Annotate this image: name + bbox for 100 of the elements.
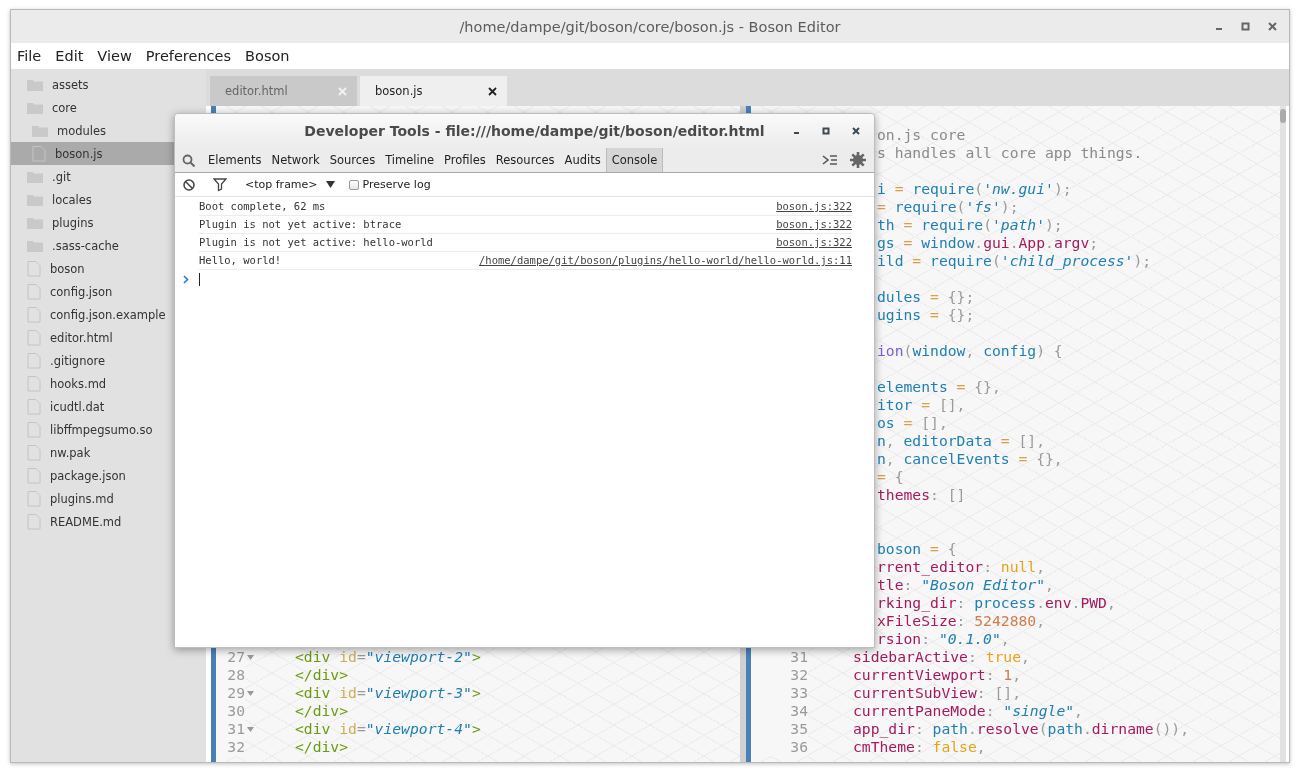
menu-item[interactable]: File	[17, 48, 42, 64]
panel-tab[interactable]: Elements	[203, 148, 267, 172]
frame-selector[interactable]: <top frame>	[245, 178, 318, 191]
file-icon	[27, 398, 41, 415]
line-number: 29	[216, 684, 245, 702]
line-number: 33	[751, 684, 808, 702]
file-icon	[27, 375, 41, 392]
line-number: 32	[751, 666, 808, 684]
window-title: /home/dampe/git/boson/core/boson.js - Boson Editor	[459, 18, 841, 35]
panel-tab[interactable]: Sources	[324, 148, 381, 172]
editor-tab[interactable]: boson.js	[360, 76, 507, 106]
line-number: 35	[751, 720, 808, 738]
code-line: <div id="viewport-4">	[295, 720, 481, 738]
code-line: dules = {};	[877, 288, 975, 306]
code-line: ion(window, config) {	[877, 342, 1063, 360]
file-tree-item[interactable]: .git	[11, 165, 206, 188]
file-tree-item[interactable]: assets	[11, 73, 206, 96]
maximize-icon[interactable]	[822, 127, 830, 135]
code-line: cmTheme: false,	[853, 738, 986, 756]
source-link[interactable]: boson.js:322	[776, 198, 852, 215]
code-line: </div>	[295, 738, 349, 756]
code-line: currentSubView: [],	[853, 684, 1021, 702]
file-tree-item[interactable]: config.json.example	[11, 303, 206, 326]
close-icon[interactable]	[1268, 22, 1277, 31]
source-link[interactable]: boson.js:322	[776, 216, 852, 233]
panel-tab[interactable]: Timeline	[380, 148, 440, 172]
panel-tab[interactable]: Network	[266, 148, 325, 172]
folder-icon	[27, 192, 43, 207]
code-line: themes: []	[877, 486, 966, 504]
file-tree-item[interactable]: README.md	[11, 510, 206, 533]
file-icon	[27, 444, 41, 461]
close-icon[interactable]	[852, 127, 860, 135]
folder-icon	[27, 100, 43, 115]
prompt-chevron-icon	[183, 274, 189, 284]
code-line: sidebarActive: true,	[853, 648, 1030, 666]
code-line: = require('fs');	[877, 198, 1019, 216]
preserve-log-checkbox[interactable]	[348, 179, 359, 190]
file-tree-item[interactable]: config.json	[11, 280, 206, 303]
console-drawer-icon[interactable]	[822, 153, 838, 167]
file-icon	[32, 145, 46, 162]
panel-tab[interactable]: Console	[605, 148, 664, 172]
menu-item[interactable]: Preferences	[145, 48, 232, 64]
menu-item[interactable]: Boson	[245, 48, 290, 64]
dropdown-caret-icon[interactable]	[325, 181, 335, 188]
settings-icon[interactable]	[850, 152, 866, 168]
folder-icon	[27, 238, 43, 253]
panel-tab[interactable]: Audits	[559, 148, 606, 172]
folder-icon	[27, 215, 43, 230]
console-message: Hello, world!	[199, 253, 282, 268]
console-message: Boot complete, 62 ms	[199, 199, 326, 214]
file-tree-item[interactable]: nw.pak	[11, 441, 206, 464]
fold-arrow-icon[interactable]	[246, 654, 254, 660]
file-icon	[27, 283, 41, 300]
file-tree-item[interactable]: modules	[11, 119, 206, 142]
panel-tab[interactable]: Resources	[490, 148, 560, 172]
line-number: 31	[216, 720, 245, 738]
source-link[interactable]: /home/dampe/git/boson/plugins/hello-world/hello-world.js:11	[479, 252, 852, 269]
line-number: 31	[751, 648, 808, 666]
fold-arrow-icon[interactable]	[246, 690, 254, 696]
console-message: Plugin is not yet active: btrace	[199, 217, 402, 232]
file-tree-item[interactable]: editor.html	[11, 326, 206, 349]
scrollbar-thumb[interactable]	[1280, 109, 1286, 123]
code-line: ugins = {};	[877, 306, 975, 324]
line-number: 28	[216, 666, 245, 684]
file-tree-item[interactable]: core	[11, 96, 206, 119]
code-line: s handles all core app things.	[877, 144, 1143, 162]
close-tab-icon[interactable]	[488, 86, 497, 96]
file-tree-item[interactable]: icudtl.dat	[11, 395, 206, 418]
line-number: 30	[216, 702, 245, 720]
panel-tab[interactable]: Profiles	[439, 148, 491, 172]
search-icon[interactable]	[182, 153, 195, 167]
clear-console-icon[interactable]	[183, 178, 195, 191]
editor-tab[interactable]: editor.html	[210, 76, 357, 106]
folder-icon	[27, 169, 43, 184]
preserve-log-label[interactable]: Preserve log	[362, 178, 431, 191]
file-tree-item[interactable]: package.json	[11, 464, 206, 487]
file-icon	[27, 467, 41, 484]
code-line: elements = {},	[877, 378, 1001, 396]
folder-icon	[32, 123, 48, 138]
code-line: boson = {	[877, 540, 957, 558]
code-line: gs = window.gui.App.argv;	[877, 234, 1099, 252]
source-link[interactable]: boson.js:322	[776, 234, 852, 251]
code-line: app_dir: path.resolve(path.dirname()),	[853, 720, 1190, 738]
maximize-icon[interactable]	[1241, 22, 1250, 31]
file-tree-item[interactable]: hooks.md	[11, 372, 206, 395]
code-line: ild = require('child_process');	[877, 252, 1152, 270]
code-line: rking_dir: process.env.PWD,	[877, 594, 1116, 612]
code-line: </div>	[295, 702, 349, 720]
fold-arrow-icon[interactable]	[246, 726, 254, 732]
code-line: i = require('nw.gui');	[877, 180, 1072, 198]
code-line: os = [],	[877, 414, 948, 432]
menu-item[interactable]: View	[97, 48, 132, 64]
file-tree-item[interactable]: .gitignore	[11, 349, 206, 372]
file-tree-item[interactable]: libffmpegsumo.so	[11, 418, 206, 441]
filter-icon[interactable]	[213, 177, 227, 192]
menu-item[interactable]: Edit	[55, 48, 84, 64]
file-icon	[27, 513, 41, 530]
line-number: 34	[751, 702, 808, 720]
devtools-title: Developer Tools - file:///home/dampe/git/boson/editor.html	[304, 123, 765, 139]
file-tree-item[interactable]: plugins.md	[11, 487, 206, 510]
